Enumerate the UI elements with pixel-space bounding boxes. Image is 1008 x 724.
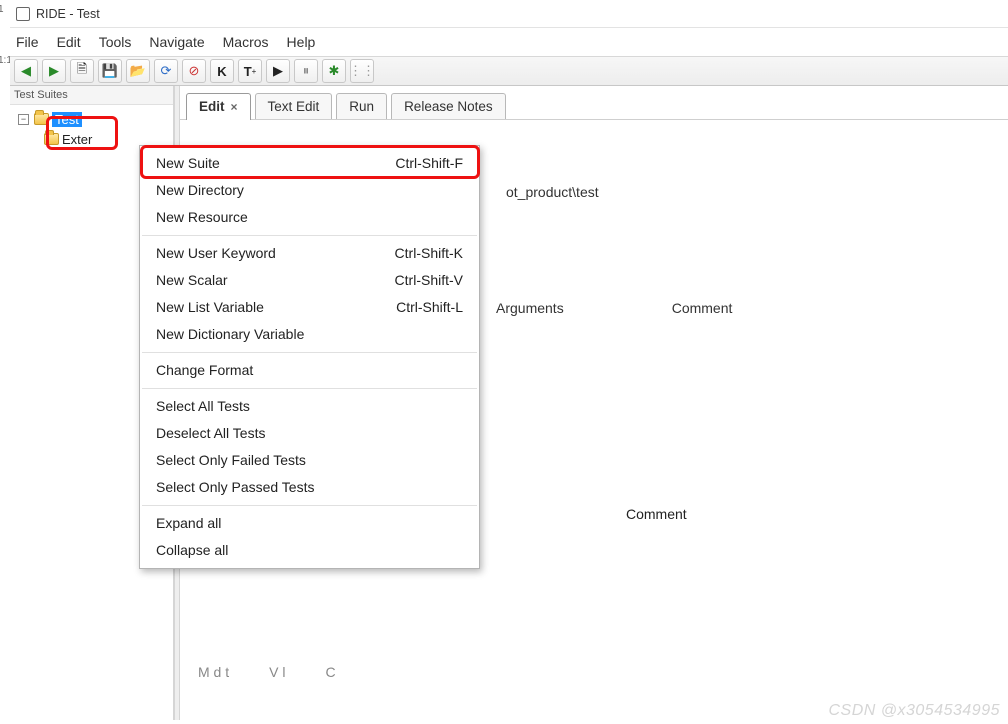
subtab-comment[interactable]: C — [325, 664, 335, 680]
menu-item-new-user-keyword[interactable]: New User Keyword Ctrl-Shift-K — [140, 240, 479, 267]
menu-item-new-suite[interactable]: New Suite Ctrl-Shift-F — [140, 150, 479, 177]
tab-text-edit[interactable]: Text Edit — [255, 93, 333, 119]
tab-release-notes[interactable]: Release Notes — [391, 93, 506, 119]
titlebar: RIDE - Test — [10, 0, 1008, 28]
menu-item-new-directory[interactable]: New Directory — [140, 177, 479, 204]
tab-bar: Edit × Text Edit Run Release Notes — [180, 86, 1008, 120]
collapse-icon[interactable]: − — [18, 114, 29, 125]
bug-icon[interactable]: ✱ — [322, 59, 346, 83]
new-icon[interactable]: 🗎 — [70, 59, 94, 83]
toolbar: ◀ ▶ 🗎 💾 📂 ⟳ ⊘ K T+ ▶ ⏸ ✱ ⋮⋮ — [10, 56, 1008, 86]
menu-file[interactable]: File — [16, 34, 39, 50]
pause-icon[interactable]: ⏸ — [294, 59, 318, 83]
play-icon[interactable]: ▶ — [266, 59, 290, 83]
window-title: RIDE - Test — [36, 7, 100, 21]
subtab-metadata[interactable]: M d t — [198, 664, 229, 680]
menu-edit[interactable]: Edit — [57, 34, 81, 50]
gutter-line-numbers: 1 1:1 — [0, 0, 8, 70]
menu-item-deselect-all-tests[interactable]: Deselect All Tests — [140, 420, 479, 447]
open-folder-icon[interactable]: 📂 — [126, 59, 150, 83]
close-icon[interactable]: × — [231, 100, 238, 114]
menu-item-expand-all[interactable]: Expand all — [140, 510, 479, 537]
subtab-value[interactable]: V l — [269, 664, 285, 680]
menu-item-new-scalar[interactable]: New Scalar Ctrl-Shift-V — [140, 267, 479, 294]
menu-item-collapse-all[interactable]: Collapse all — [140, 537, 479, 564]
context-menu: New Suite Ctrl-Shift-F New Directory New… — [139, 145, 480, 569]
tree-header: Test Suites — [10, 86, 173, 105]
save-icon[interactable]: 💾 — [98, 59, 122, 83]
test-suites-tree: − Test Exter — [10, 105, 173, 149]
menu-item-select-only-passed[interactable]: Select Only Passed Tests — [140, 474, 479, 501]
menu-separator — [142, 352, 477, 353]
menu-separator — [142, 235, 477, 236]
menu-separator — [142, 505, 477, 506]
stop-icon[interactable]: ⊘ — [182, 59, 206, 83]
settings-headers: Arguments Comment — [496, 300, 992, 316]
back-icon[interactable]: ◀ — [14, 59, 38, 83]
folder-icon — [44, 133, 59, 145]
app-icon — [16, 7, 30, 21]
header-comment-2: Comment — [626, 506, 992, 522]
tree-node-label: Test — [52, 112, 82, 127]
menu-item-new-list-variable[interactable]: New List Variable Ctrl-Shift-L — [140, 294, 479, 321]
tab-run[interactable]: Run — [336, 93, 387, 119]
menu-tools[interactable]: Tools — [99, 34, 132, 50]
bottom-sub-tabs: M d t V l C — [190, 664, 336, 680]
menu-macros[interactable]: Macros — [223, 34, 269, 50]
tree-node-test[interactable]: − Test — [16, 109, 173, 129]
menu-help[interactable]: Help — [287, 34, 316, 50]
testcase-t-icon[interactable]: T+ — [238, 59, 262, 83]
menu-navigate[interactable]: Navigate — [149, 34, 204, 50]
menu-item-new-resource[interactable]: New Resource — [140, 204, 479, 231]
tab-edit[interactable]: Edit × — [186, 93, 251, 120]
menu-item-change-format[interactable]: Change Format — [140, 357, 479, 384]
source-path: ot_product\test — [506, 184, 992, 200]
header-arguments: Arguments — [496, 300, 564, 316]
menu-separator — [142, 388, 477, 389]
menubar: File Edit Tools Navigate Macros Help — [10, 28, 1008, 56]
menu-item-select-all-tests[interactable]: Select All Tests — [140, 393, 479, 420]
folder-icon — [34, 113, 49, 125]
reload-icon[interactable]: ⟳ — [154, 59, 178, 83]
tree-node-label: Exter — [62, 132, 92, 147]
header-comment: Comment — [672, 300, 733, 316]
menu-item-select-only-failed[interactable]: Select Only Failed Tests — [140, 447, 479, 474]
grip-icon[interactable]: ⋮⋮ — [350, 59, 374, 83]
menu-item-new-dictionary-variable[interactable]: New Dictionary Variable — [140, 321, 479, 348]
forward-icon[interactable]: ▶ — [42, 59, 66, 83]
keyword-k-icon[interactable]: K — [210, 59, 234, 83]
